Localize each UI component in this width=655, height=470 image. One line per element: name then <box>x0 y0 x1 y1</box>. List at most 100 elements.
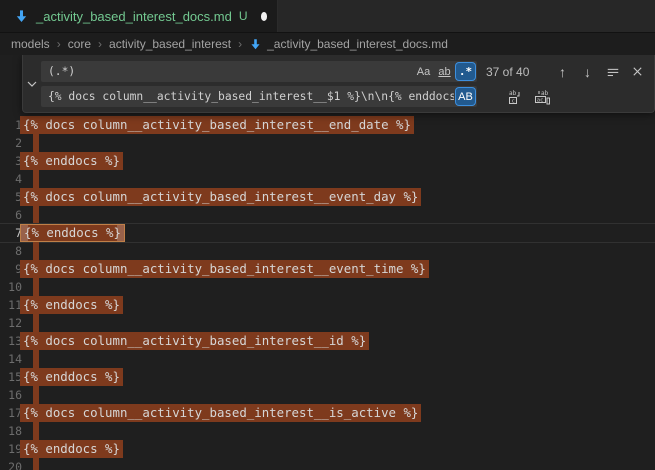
editor-line: 5{% docs column__activity_based_interest… <box>0 188 655 206</box>
code-text[interactable] <box>34 314 39 332</box>
line-number: 6 <box>0 206 22 224</box>
empty-line-match-highlight <box>33 242 39 260</box>
empty-line-match-highlight <box>33 314 39 332</box>
editor-lines: 1{% docs column__activity_based_interest… <box>0 55 655 470</box>
find-input[interactable]: (.*) Aa ab .* <box>41 61 477 82</box>
editor-line: 1{% docs column__activity_based_interest… <box>0 116 655 134</box>
editor-line: 8 <box>0 242 655 260</box>
replace-input[interactable]: {% docs column__activity_based_interest_… <box>41 86 477 107</box>
empty-line-match-highlight <box>33 206 39 224</box>
editor-line: 15{% enddocs %} <box>0 368 655 386</box>
breadcrumb-separator: › <box>57 37 61 51</box>
toggle-replace-chevron-icon[interactable] <box>23 61 41 106</box>
code-text[interactable] <box>34 242 39 260</box>
empty-line-match-highlight <box>33 458 39 470</box>
line-number: 2 <box>0 134 22 152</box>
svg-text:c: c <box>511 98 514 104</box>
editor-line: 10 <box>0 278 655 296</box>
editor-line: 13{% docs column__activity_based_interes… <box>0 332 655 350</box>
editor-line: 12 <box>0 314 655 332</box>
code-text[interactable] <box>34 350 39 368</box>
line-number: 3 <box>0 152 22 170</box>
empty-line-match-highlight <box>33 386 39 404</box>
editor-line: 6 <box>0 206 655 224</box>
svg-text:ab: ab <box>509 90 517 97</box>
editor-line: 16 <box>0 386 655 404</box>
code-text-match[interactable]: {% enddocs %} <box>20 440 123 458</box>
breadcrumb-item-folder[interactable]: activity_based_interest <box>109 37 231 51</box>
line-number: 19 <box>0 440 22 458</box>
line-number: 8 <box>0 242 22 260</box>
svg-text:ab: ab <box>541 90 549 97</box>
code-text[interactable] <box>34 170 39 188</box>
match-case-toggle[interactable]: Aa <box>414 63 433 80</box>
svg-text:ac: ac <box>537 97 544 103</box>
line-number: 14 <box>0 350 22 368</box>
replace-all-button[interactable]: ab ac <box>532 86 553 107</box>
code-text[interactable] <box>34 278 39 296</box>
empty-line-match-highlight <box>33 278 39 296</box>
code-text[interactable] <box>34 386 39 404</box>
editor-line: 9{% docs column__activity_based_interest… <box>0 260 655 278</box>
tab-filename: _activity_based_interest_docs.md <box>36 9 232 24</box>
line-number: 18 <box>0 422 22 440</box>
editor-line: 19{% enddocs %} <box>0 440 655 458</box>
markdown-file-icon <box>14 9 29 24</box>
editor-line: 11{% enddocs %} <box>0 296 655 314</box>
close-find-widget-button[interactable] <box>627 61 648 82</box>
code-text-match[interactable]: {% enddocs %} <box>20 296 123 314</box>
code-text[interactable] <box>34 134 39 152</box>
code-text-match[interactable]: {% docs column__activity_based_interest_… <box>20 188 421 206</box>
previous-match-button[interactable]: ↑ <box>552 61 573 82</box>
tab-active-file[interactable]: _activity_based_interest_docs.md U <box>0 0 278 32</box>
code-text-match[interactable]: {% docs column__activity_based_interest_… <box>20 332 369 350</box>
editor[interactable]: (.*) Aa ab .* 37 of 40 ↑ ↓ <box>0 55 655 470</box>
code-text-match[interactable]: {% enddocs %} <box>20 368 123 386</box>
match-count: 37 of 40 <box>486 65 546 79</box>
line-number: 7 <box>0 224 22 242</box>
preserve-case-toggle[interactable]: AB <box>456 88 475 105</box>
editor-line: 4 <box>0 170 655 188</box>
vscode-window: _activity_based_interest_docs.md U model… <box>0 0 655 470</box>
line-number: 4 <box>0 170 22 188</box>
breadcrumb-item-core[interactable]: core <box>68 37 91 51</box>
code-text[interactable] <box>34 206 39 224</box>
line-number: 11 <box>0 296 22 314</box>
code-text-match[interactable]: {% docs column__activity_based_interest_… <box>20 404 421 422</box>
empty-line-match-highlight <box>33 134 39 152</box>
breadcrumb-separator: › <box>98 37 102 51</box>
line-number: 5 <box>0 188 22 206</box>
code-text-match[interactable]: {% docs column__activity_based_interest_… <box>20 260 429 278</box>
line-number: 10 <box>0 278 22 296</box>
line-number: 12 <box>0 314 22 332</box>
line-number: 17 <box>0 404 22 422</box>
line-number: 16 <box>0 386 22 404</box>
tab-bar: _activity_based_interest_docs.md U <box>0 0 655 33</box>
code-text[interactable] <box>34 422 39 440</box>
git-status-badge: U <box>239 9 248 23</box>
breadcrumb: models › core › activity_based_interest … <box>0 33 655 55</box>
code-text[interactable] <box>34 458 39 470</box>
line-number: 15 <box>0 368 22 386</box>
unsaved-changes-dot-icon[interactable] <box>261 12 267 21</box>
replace-button[interactable]: ab c <box>504 86 525 107</box>
next-match-button[interactable]: ↓ <box>577 61 598 82</box>
editor-line: 18 <box>0 422 655 440</box>
editor-line: 2 <box>0 134 655 152</box>
code-text-match[interactable]: {% docs column__activity_based_interest_… <box>20 116 414 134</box>
editor-line: 14 <box>0 350 655 368</box>
regex-toggle[interactable]: .* <box>456 63 475 80</box>
line-number: 20 <box>0 458 22 470</box>
code-text-match[interactable]: {% enddocs %} <box>20 152 123 170</box>
breadcrumb-separator: › <box>238 37 242 51</box>
breadcrumb-item-file[interactable]: _activity_based_interest_docs.md <box>267 37 448 51</box>
line-number: 1 <box>0 116 22 134</box>
whole-word-toggle[interactable]: ab <box>435 63 454 80</box>
empty-line-match-highlight <box>33 170 39 188</box>
editor-line: 20 <box>0 458 655 470</box>
line-number: 9 <box>0 260 22 278</box>
line-number: 13 <box>0 332 22 350</box>
breadcrumb-item-models[interactable]: models <box>11 37 50 51</box>
code-text-current-match[interactable]: {% enddocs %} <box>20 224 125 242</box>
find-in-selection-button[interactable] <box>602 61 623 82</box>
